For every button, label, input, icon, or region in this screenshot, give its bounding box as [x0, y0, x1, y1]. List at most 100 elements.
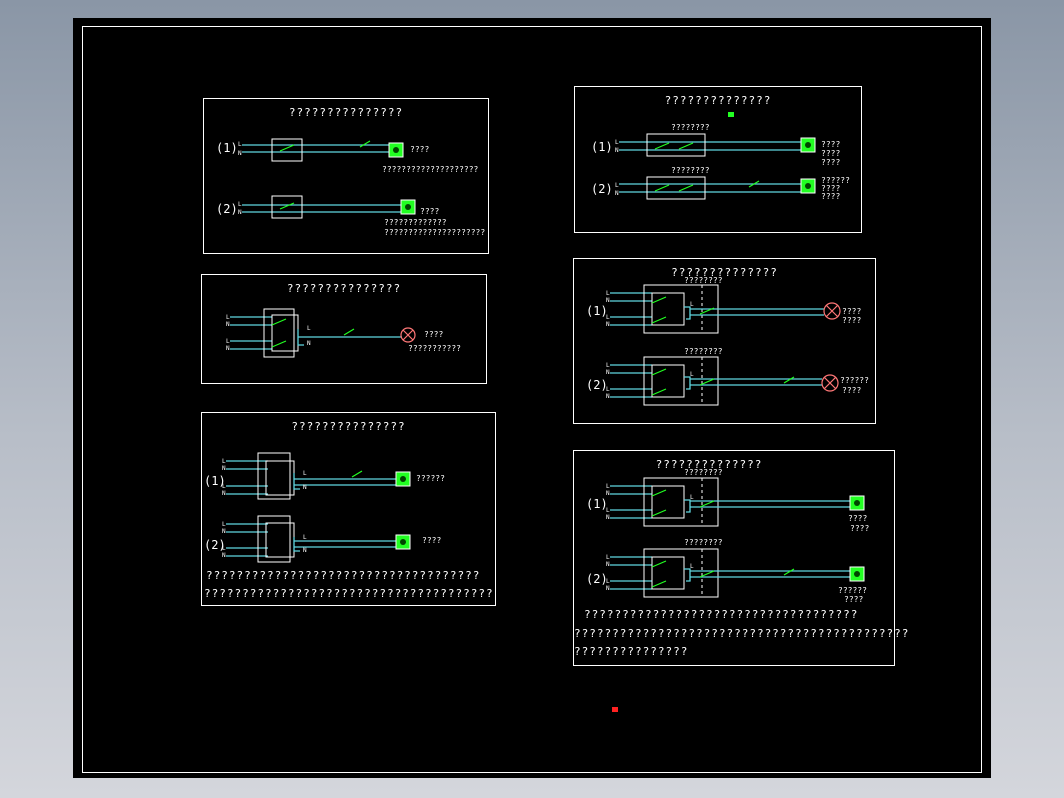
label-l: L: [690, 494, 694, 501]
box-label: ????????: [684, 468, 723, 477]
label-n: N: [615, 147, 619, 154]
label-n: N: [238, 150, 242, 157]
label-l: L: [226, 314, 230, 321]
label-l: L: [222, 483, 226, 490]
panel-note: ????????????????????????????????????: [584, 608, 859, 621]
switch-box-icon: [257, 452, 291, 500]
label-l: L: [606, 483, 610, 490]
label-l: L: [690, 371, 694, 378]
green-marker: [728, 112, 734, 117]
label-n: N: [606, 369, 610, 376]
lamp-label: ????: [410, 145, 429, 154]
panel-note: ???????????????: [574, 645, 689, 658]
panel-double-control: ??????????????? L N L N L N ???? ???????…: [201, 274, 487, 384]
label-l: L: [238, 201, 242, 208]
label-n: N: [303, 484, 307, 491]
lamp-label: ????: [848, 514, 867, 523]
lamp-label: ??????: [838, 586, 867, 595]
label-l: L: [615, 182, 619, 189]
panel-note: ????????????????????????????????????????…: [574, 627, 910, 640]
box-label: ????????: [671, 123, 710, 132]
lamp-label: ????: [850, 524, 869, 533]
row-number: (1): [586, 497, 608, 511]
panel-dual-control-lamp-notes: ?????????????? (1) ???????? L N L N L ??…: [573, 450, 908, 666]
label-n: N: [226, 321, 230, 328]
label-n: N: [307, 340, 311, 347]
row-caption: ?????????????????????: [384, 228, 485, 237]
label-l: L: [222, 458, 226, 465]
panel-double-control-diagram: L N L N L N ???? ???????????: [226, 308, 461, 358]
label-n: N: [606, 561, 610, 568]
row-number: (2): [216, 202, 238, 216]
lamp-label: ????: [420, 207, 439, 216]
switch-box-icon: [263, 308, 295, 358]
switch-box-icon: [271, 195, 303, 219]
lamp-label: ????: [821, 149, 840, 158]
switch-box-icon: [643, 356, 719, 406]
drawing-canvas: ??????????????? (1) L N ???? ???????????…: [73, 18, 991, 778]
switch-icon: [359, 140, 371, 148]
label-l: L: [226, 338, 230, 345]
label-l: L: [606, 362, 610, 369]
lamp-label: ????: [424, 330, 443, 339]
switch-box-icon: [646, 133, 706, 157]
switch-box-icon: [643, 477, 719, 527]
label-l: L: [606, 578, 610, 585]
label-n: N: [606, 321, 610, 328]
switch-box-icon: [643, 548, 719, 598]
red-marker: [612, 707, 618, 712]
switch-icon: [343, 328, 355, 336]
label-l: L: [606, 507, 610, 514]
switch-box-icon: [271, 138, 303, 162]
row-number: (2): [586, 572, 608, 586]
label-n: N: [606, 514, 610, 521]
row-number: (1): [591, 140, 613, 154]
box-label: ????????: [684, 347, 723, 356]
row-number: (1): [216, 141, 238, 155]
box-label: ????????: [684, 538, 723, 547]
lamp-label: ????: [844, 595, 863, 604]
switch-icon: [783, 568, 795, 576]
label-n: N: [606, 393, 610, 400]
lamp-label: ??????: [840, 376, 869, 385]
panel-single-switch: ??????????????? (1) L N ???? ???????????…: [203, 98, 489, 254]
label-n: N: [222, 552, 226, 559]
label-n: N: [303, 547, 307, 554]
lamp-label: ????: [821, 158, 840, 167]
row-number: (1): [586, 304, 608, 318]
label-n: N: [606, 585, 610, 592]
panel-double-switch-notes: ??????????????? (1) L N L N L N ?????? (…: [201, 412, 496, 606]
label-l: L: [606, 290, 610, 297]
label-n: N: [606, 490, 610, 497]
lamp-label: ????: [821, 192, 840, 201]
switch-icon: [783, 376, 795, 384]
row-caption: ???????????: [408, 344, 461, 353]
label-l: L: [690, 563, 694, 570]
label-n: N: [222, 465, 226, 472]
row-number: (2): [586, 378, 608, 392]
lamp-label: ????: [842, 316, 861, 325]
label-l: L: [606, 314, 610, 321]
lamp-label: ????: [821, 140, 840, 149]
label-l: L: [238, 141, 242, 148]
label-l: L: [303, 534, 307, 541]
lamp-label: ??????: [416, 474, 445, 483]
label-n: N: [222, 490, 226, 497]
label-n: N: [226, 345, 230, 352]
panel-dual-control-bulb-diagram: (1) ???????? L N L N L ???? ???? (2) ???…: [586, 276, 869, 406]
panel-dual-control-bulb: ?????????????? (1) ???????? L N L N L ??…: [573, 258, 876, 424]
panel-note: ????????????????????????????????????: [206, 569, 481, 582]
label-l: L: [307, 325, 311, 332]
label-l: L: [222, 545, 226, 552]
panel-single-switch-diagram: (1) L N ???? ???????????????????? (2) L …: [216, 138, 485, 237]
label-n: N: [606, 297, 610, 304]
label-l: L: [615, 139, 619, 146]
label-l: L: [690, 301, 694, 308]
label-l: L: [606, 386, 610, 393]
label-n: N: [238, 209, 242, 216]
label-l: L: [606, 554, 610, 561]
label-n: N: [222, 528, 226, 535]
row-caption: ?????????????: [384, 218, 447, 227]
lamp-label: ????: [422, 536, 441, 545]
row-caption: ????????????????????: [382, 165, 479, 174]
